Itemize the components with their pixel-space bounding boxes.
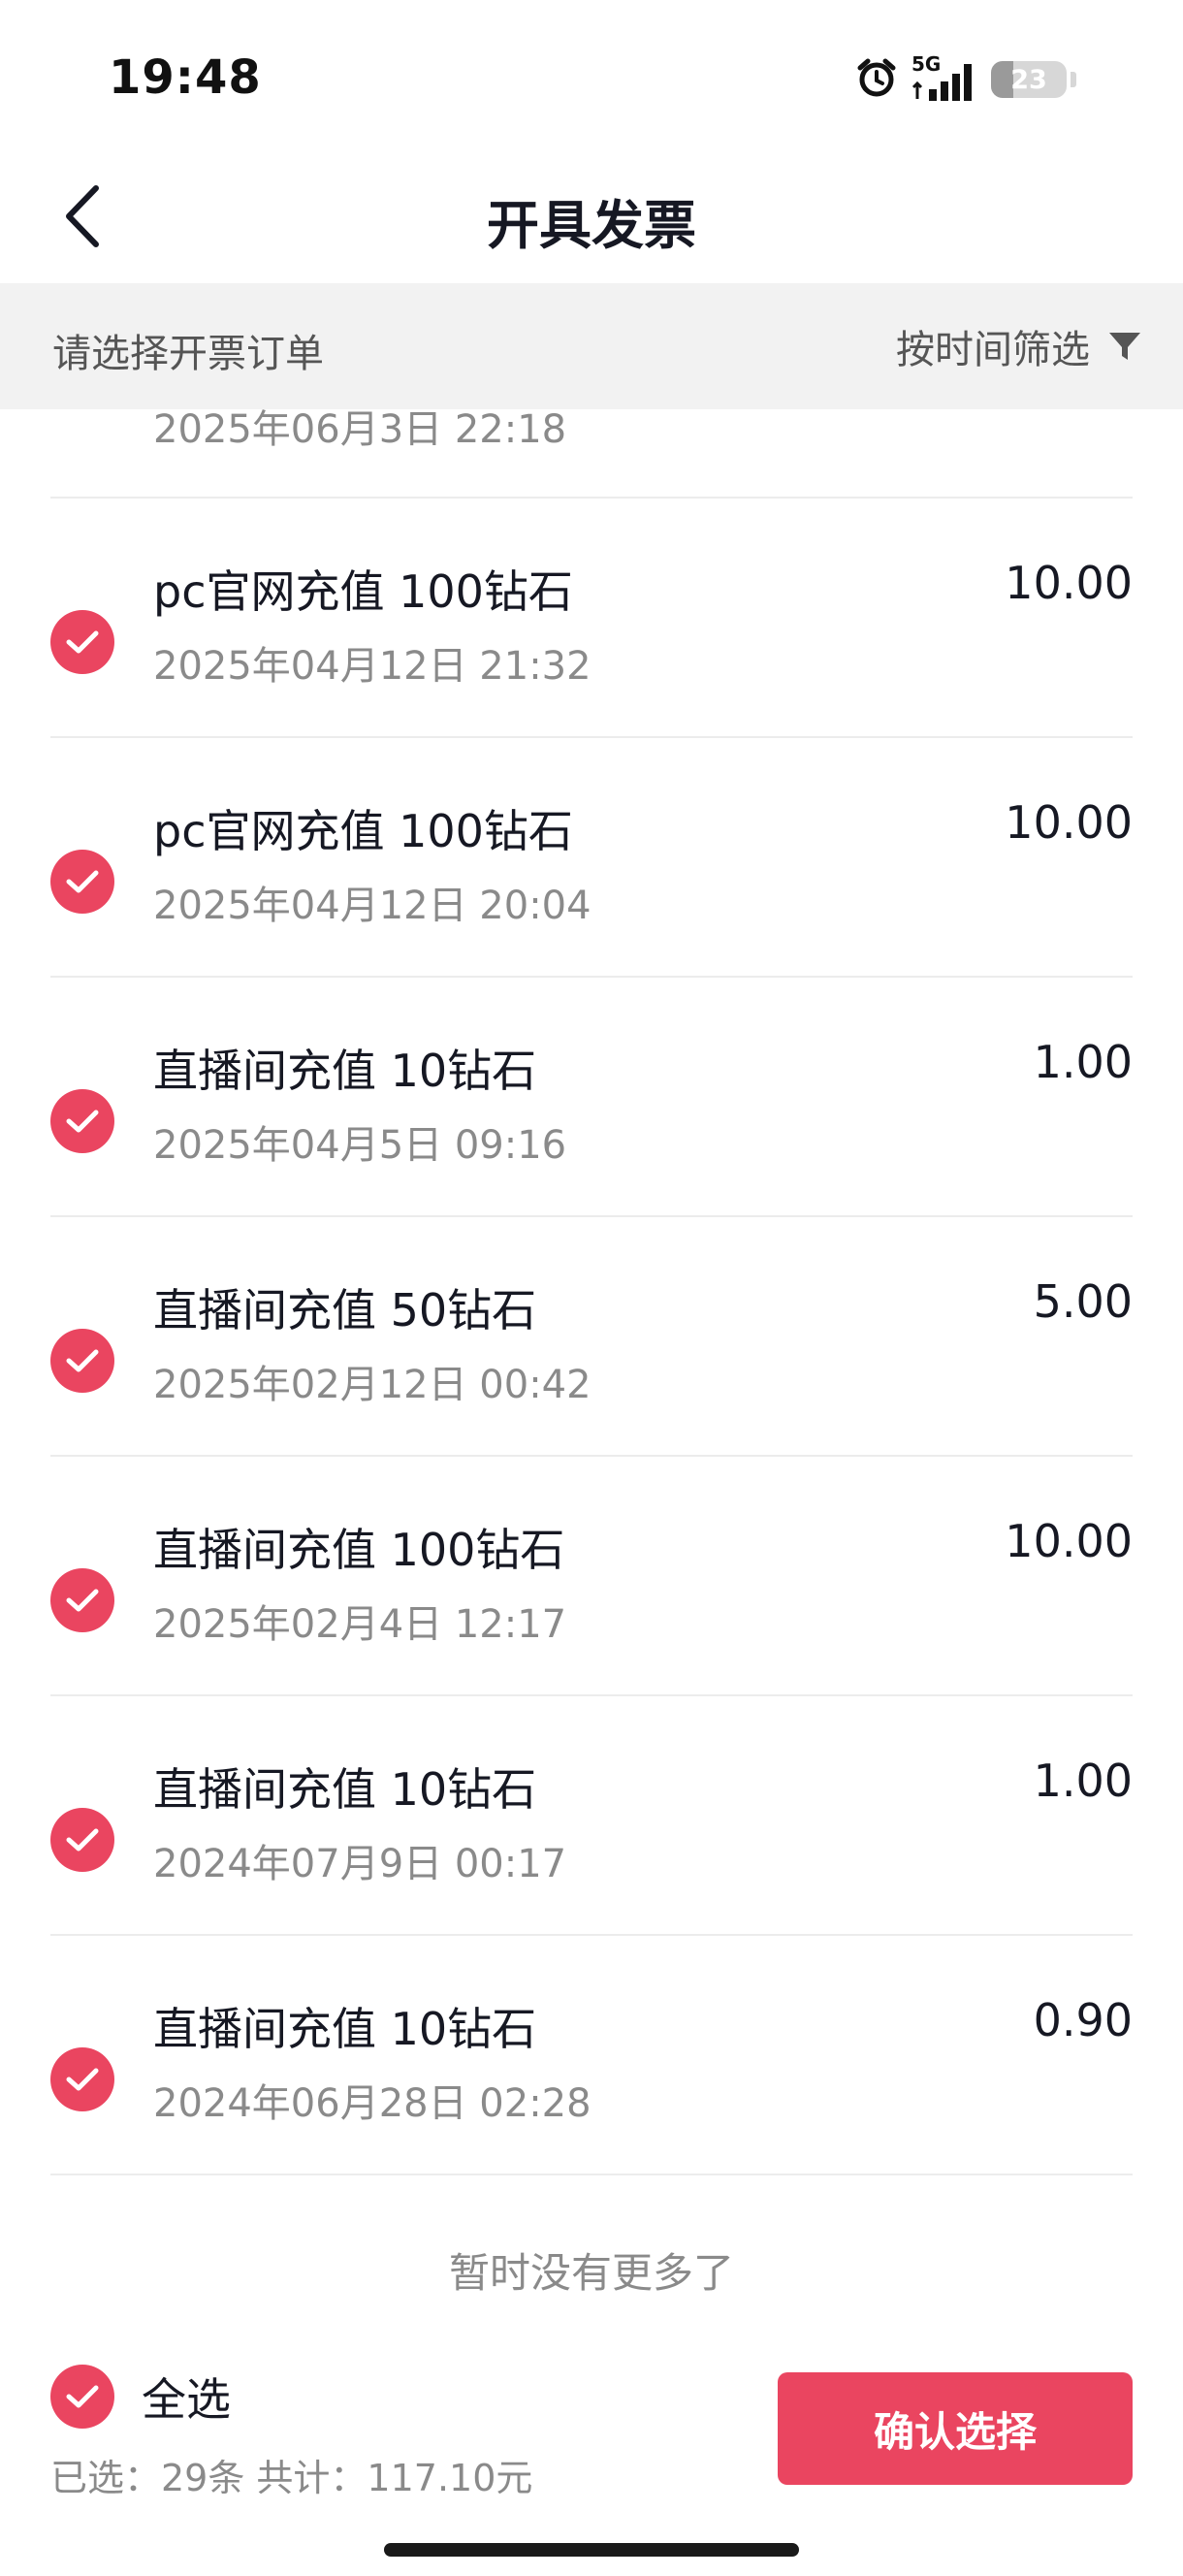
select-all-label: 全选 (142, 2373, 231, 2426)
bottom-action-bar: 全选 已选：29条 共计：117.10元 确认选择 (0, 2328, 1183, 2576)
no-more-hint: 暂时没有更多了 (448, 2249, 734, 2297)
order-date: 2025年04月12日 21:32 (153, 644, 592, 689)
order-row[interactable]: 直播间充值 50钻石 2025年02月12日 00:42 5.00 (50, 1217, 1133, 1457)
nav-bar: 开具发票 (0, 145, 1183, 283)
status-bar: 19:48 5G 23 (0, 0, 1183, 145)
select-all-toggle[interactable]: 全选 (50, 2365, 231, 2429)
filter-bar: 请选择开票订单 按时间筛选 (0, 283, 1183, 409)
order-row[interactable]: 2025年06月3日 22:18 (50, 409, 1133, 499)
order-row[interactable]: 直播间充值 10钻石 2024年07月9日 00:17 1.00 (50, 1696, 1133, 1936)
signal-icon: 5G (911, 52, 977, 103)
order-amount: 10.00 (1005, 796, 1133, 849)
order-date: 2024年07月9日 00:17 (153, 1842, 567, 1886)
order-title: 直播间充值 100钻石 (153, 1524, 565, 1576)
order-amount: 10.00 (1005, 557, 1133, 609)
confirm-selection-button[interactable]: 确认选择 (778, 2372, 1133, 2485)
order-date: 2025年04月12日 20:04 (153, 884, 592, 928)
order-date: 2025年04月5日 09:16 (153, 1123, 567, 1168)
battery-level: 23 (1010, 64, 1047, 95)
home-indicator[interactable] (384, 2543, 799, 2557)
order-row[interactable]: 直播间充值 10钻石 2025年04月5日 09:16 1.00 (50, 978, 1133, 1217)
order-amount: 5.00 (1033, 1275, 1133, 1328)
order-title: pc官网充值 100钻石 (153, 805, 573, 857)
order-date: 2024年06月28日 02:28 (153, 2081, 592, 2126)
order-date: 2025年02月4日 12:17 (153, 1602, 567, 1647)
page-title: 开具发票 (487, 195, 696, 256)
checkbox-checked-icon[interactable] (50, 1808, 114, 1872)
checkbox-checked-icon[interactable] (50, 2047, 114, 2111)
order-amount: 0.90 (1033, 1994, 1133, 2046)
status-time: 19:48 (109, 50, 262, 105)
order-amount: 10.00 (1005, 1515, 1133, 1567)
status-icons: 5G 23 (855, 52, 1076, 105)
order-title: 直播间充值 50钻石 (153, 1284, 537, 1336)
order-list[interactable]: 2025年06月3日 22:18 pc官网充值 100钻石 2025年04月12… (0, 409, 1183, 2184)
order-row[interactable]: 直播间充值 100钻石 2025年02月4日 12:17 10.00 (50, 1457, 1133, 1696)
time-filter-label: 按时间筛选 (896, 328, 1090, 372)
checkbox-checked-icon[interactable] (50, 610, 114, 674)
time-filter-button[interactable]: 按时间筛选 (896, 318, 1142, 374)
order-title: 直播间充值 10钻石 (153, 2003, 537, 2055)
order-title: 直播间充值 10钻石 (153, 1045, 537, 1097)
checkbox-checked-icon[interactable] (50, 2365, 114, 2429)
checkbox-checked-icon[interactable] (50, 850, 114, 914)
order-date: 2025年06月3日 22:18 (153, 409, 567, 452)
checkbox-checked-icon[interactable] (50, 1329, 114, 1393)
checkbox-checked-icon[interactable] (50, 1089, 114, 1153)
order-date: 2025年02月12日 00:42 (153, 1363, 592, 1407)
selection-summary: 已选：29条 共计：117.10元 (50, 2457, 533, 2499)
order-title: 直播间充值 10钻石 (153, 1763, 537, 1816)
order-title: pc官网充值 100钻石 (153, 565, 573, 618)
order-row[interactable]: pc官网充值 100钻石 2025年04月12日 21:32 10.00 (50, 499, 1133, 738)
order-row[interactable]: 直播间充值 10钻石 2024年06月28日 02:28 0.90 (50, 1936, 1133, 2175)
order-amount: 1.00 (1033, 1036, 1133, 1088)
order-row[interactable]: pc官网充值 100钻石 2025年04月12日 20:04 10.00 (50, 738, 1133, 978)
alarm-icon (855, 56, 898, 103)
battery-icon: 23 (991, 61, 1067, 98)
filter-funnel-icon (1109, 333, 1140, 360)
order-amount: 1.00 (1033, 1755, 1133, 1807)
battery-tip (1071, 72, 1076, 87)
checkbox-checked-icon[interactable] (50, 1568, 114, 1632)
filter-hint: 请选择开票订单 (52, 332, 324, 376)
